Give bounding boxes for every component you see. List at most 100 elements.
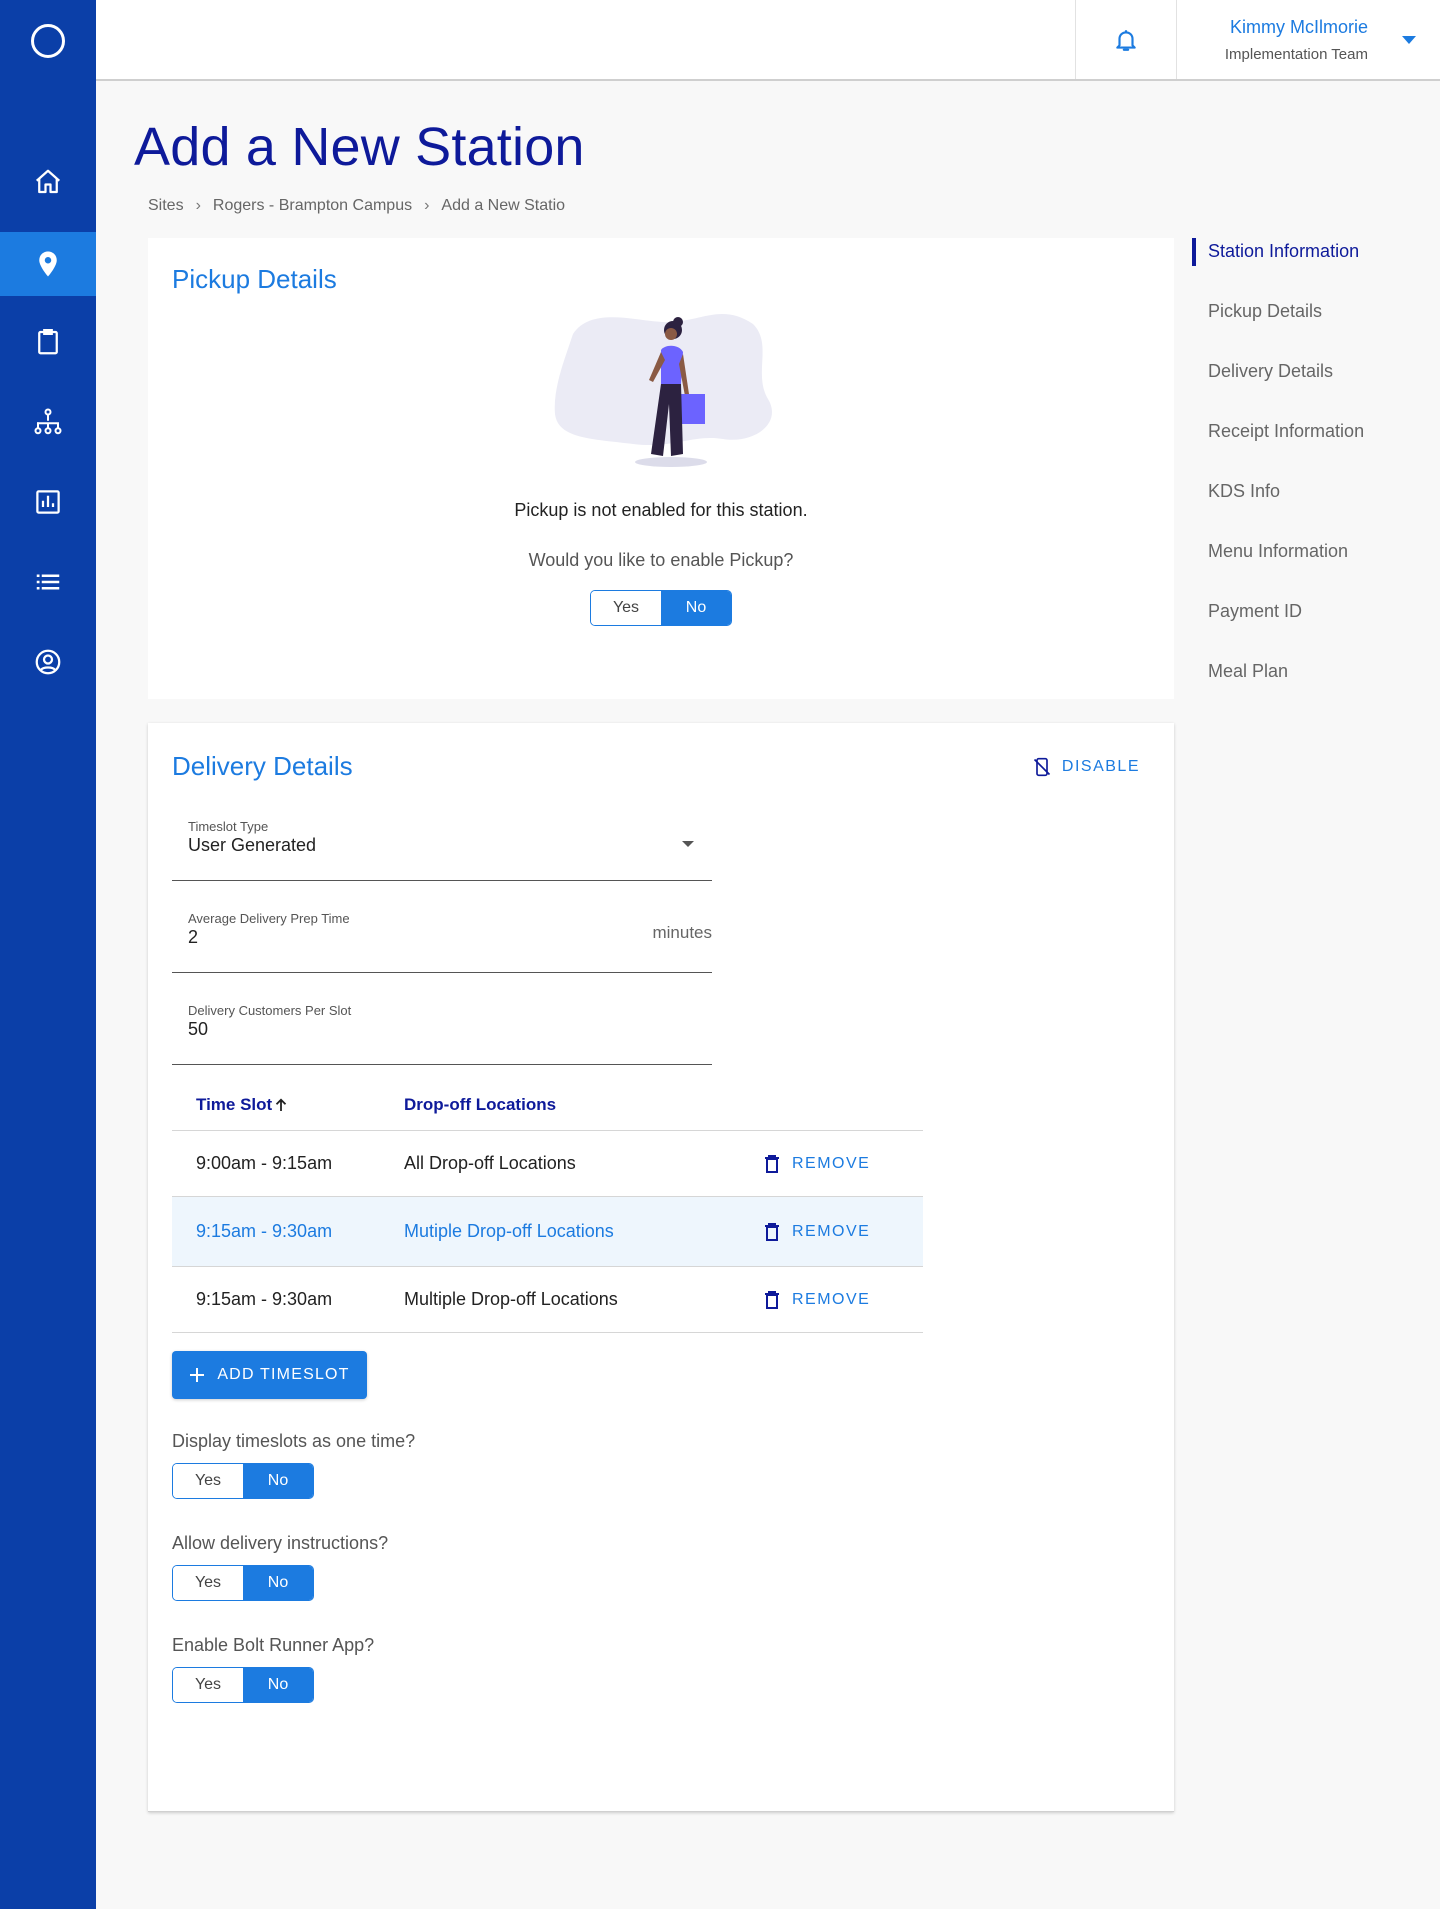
section-nav-kds-info[interactable]: KDS Info bbox=[1190, 476, 1430, 536]
timeslot-type-select[interactable]: Timeslot Type User Generated bbox=[172, 819, 712, 881]
bell-icon bbox=[1116, 29, 1136, 51]
prep-time-suffix: minutes bbox=[652, 923, 712, 942]
delivery-instructions-toggle: Yes No bbox=[172, 1565, 314, 1601]
table-header: Time Slot Drop-off Locations bbox=[172, 1079, 923, 1131]
plus-icon bbox=[190, 1368, 205, 1382]
pickup-details-title: Pickup Details bbox=[172, 264, 337, 294]
display-timeslots-no[interactable]: No bbox=[243, 1464, 313, 1498]
timeslot-table: Time Slot Drop-off Locations 9:00am - 9:… bbox=[172, 1079, 923, 1333]
timeslot-type-label: Timeslot Type bbox=[188, 819, 269, 834]
display-timeslots-toggle: Yes No bbox=[172, 1463, 314, 1499]
add-timeslot-label: ADD TIMESLOT bbox=[217, 1366, 350, 1383]
bolt-runner-question: Enable Bolt Runner App? bbox=[172, 1635, 375, 1655]
chevron-down-icon bbox=[1402, 36, 1416, 44]
row-locations: Multiple Drop-off Locations bbox=[404, 1289, 618, 1309]
user-circle-icon bbox=[35, 649, 61, 675]
top-bar: Kimmy McIlmorie Implementation Team bbox=[96, 0, 1440, 81]
row-actions: REMOVE bbox=[764, 1154, 923, 1174]
bolt-runner-toggle: Yes No bbox=[172, 1667, 314, 1703]
add-timeslot-button[interactable]: ADD TIMESLOT bbox=[172, 1351, 367, 1399]
customers-per-slot-label: Delivery Customers Per Slot bbox=[188, 1003, 352, 1018]
remove-button[interactable]: REMOVE bbox=[764, 1222, 870, 1242]
display-timeslots-question: Display timeslots as one time? bbox=[172, 1431, 416, 1451]
list-icon bbox=[36, 574, 60, 590]
pickup-disabled-message: Pickup is not enabled for this station. bbox=[514, 500, 808, 520]
pickup-details-card: Pickup Details Pickup is not enabled for… bbox=[148, 238, 1174, 699]
pickup-enable-question: Would you like to enable Pickup? bbox=[528, 550, 794, 570]
prep-time-field[interactable]: Average Delivery Prep Time 2 minutes bbox=[172, 911, 712, 973]
nav-hierarchy[interactable] bbox=[0, 390, 96, 454]
remove-label: REMOVE bbox=[792, 1290, 871, 1308]
nav-sites[interactable] bbox=[0, 232, 96, 296]
dropdown-arrow-icon bbox=[682, 841, 694, 847]
nav-account[interactable] bbox=[0, 630, 96, 694]
table-row[interactable]: 9:00am - 9:15am All Drop-off Locations R… bbox=[172, 1131, 923, 1197]
section-nav: Station Information Pickup Details Deliv… bbox=[1190, 236, 1430, 716]
delivery-instructions-question: Allow delivery instructions? bbox=[172, 1533, 389, 1553]
delivery-instructions-yes[interactable]: Yes bbox=[173, 1566, 243, 1600]
display-timeslots-yes[interactable]: Yes bbox=[173, 1464, 243, 1498]
row-locations: All Drop-off Locations bbox=[404, 1153, 576, 1173]
delivery-details-card: Delivery Details DISABLE Timeslot Type U… bbox=[148, 723, 1174, 1812]
row-time: 9:00am - 9:15am bbox=[196, 1153, 333, 1173]
bolt-runner-no[interactable]: No bbox=[243, 1668, 313, 1702]
disable-delivery-button[interactable]: DISABLE bbox=[1032, 753, 1140, 781]
section-nav-receipt-information[interactable]: Receipt Information bbox=[1190, 416, 1430, 476]
disable-label: DISABLE bbox=[1061, 758, 1140, 775]
logo[interactable] bbox=[31, 24, 65, 58]
table-row[interactable]: 9:15am - 9:30am Mutiple Drop-off Locatio… bbox=[172, 1197, 923, 1267]
section-nav-meal-plan[interactable]: Meal Plan bbox=[1190, 656, 1430, 716]
sitemap-icon bbox=[34, 408, 62, 435]
breadcrumb: Sites › Rogers - Brampton Campus › Add a… bbox=[148, 195, 578, 217]
breadcrumb-campus[interactable]: Rogers - Brampton Campus bbox=[213, 197, 412, 215]
map-pin-icon bbox=[39, 251, 57, 277]
mobile-off-icon bbox=[1033, 757, 1050, 777]
remove-label: REMOVE bbox=[792, 1222, 871, 1240]
user-name: Kimmy McIlmorie bbox=[1230, 17, 1368, 37]
nav-reports[interactable] bbox=[0, 470, 96, 534]
time-slot-header-label: Time Slot bbox=[196, 1094, 273, 1114]
time-slot-header[interactable]: Time Slot bbox=[172, 1095, 404, 1115]
section-nav-payment-id[interactable]: Payment ID bbox=[1190, 596, 1430, 656]
row-time: 9:15am - 9:30am bbox=[196, 1289, 333, 1309]
row-actions: REMOVE bbox=[764, 1290, 923, 1310]
sidebar bbox=[0, 0, 96, 1909]
row-actions: REMOVE bbox=[764, 1222, 923, 1242]
pickup-enable-toggle: Yes No bbox=[590, 590, 732, 626]
pickup-no-option[interactable]: No bbox=[661, 591, 731, 625]
section-nav-pickup-details[interactable]: Pickup Details bbox=[1190, 296, 1430, 356]
row-locations: Mutiple Drop-off Locations bbox=[404, 1221, 614, 1241]
prep-time-value: 2 bbox=[188, 927, 199, 947]
sort-arrow-up-icon bbox=[276, 1097, 287, 1111]
shopper-illustration bbox=[554, 314, 772, 467]
section-nav-station-information[interactable]: Station Information bbox=[1190, 236, 1430, 296]
home-icon bbox=[36, 169, 60, 194]
trash-icon bbox=[765, 1154, 779, 1173]
remove-button[interactable]: REMOVE bbox=[764, 1154, 870, 1174]
clipboard-icon bbox=[38, 329, 58, 355]
table-row[interactable]: 9:15am - 9:30am Multiple Drop-off Locati… bbox=[172, 1267, 923, 1333]
nav-list[interactable] bbox=[0, 550, 96, 614]
delivery-instructions-no[interactable]: No bbox=[243, 1566, 313, 1600]
breadcrumb-sites[interactable]: Sites bbox=[148, 197, 184, 215]
pickup-yes-option[interactable]: Yes bbox=[591, 591, 661, 625]
nav-orders[interactable] bbox=[0, 310, 96, 374]
user-menu[interactable]: Kimmy McIlmorie Implementation Team bbox=[1178, 0, 1440, 79]
chevron-right-icon: › bbox=[424, 197, 430, 214]
section-nav-menu-information[interactable]: Menu Information bbox=[1190, 536, 1430, 596]
timeslot-type-value: User Generated bbox=[188, 835, 317, 855]
page-title: Add a New Station bbox=[134, 117, 585, 177]
section-nav-delivery-details[interactable]: Delivery Details bbox=[1190, 356, 1430, 416]
customers-per-slot-field[interactable]: Delivery Customers Per Slot 50 bbox=[172, 1003, 712, 1065]
bar-chart-icon bbox=[36, 490, 60, 514]
bolt-runner-yes[interactable]: Yes bbox=[173, 1668, 243, 1702]
remove-button[interactable]: REMOVE bbox=[764, 1290, 870, 1310]
notifications-button[interactable] bbox=[1075, 0, 1177, 79]
nav-home[interactable] bbox=[0, 150, 96, 214]
delivery-details-title: Delivery Details bbox=[172, 751, 353, 781]
user-team: Implementation Team bbox=[1224, 46, 1368, 63]
dropoff-locations-header: Drop-off Locations bbox=[404, 1094, 557, 1114]
chevron-right-icon: › bbox=[195, 197, 201, 214]
row-time: 9:15am - 9:30am bbox=[196, 1221, 333, 1241]
trash-icon bbox=[765, 1290, 779, 1309]
